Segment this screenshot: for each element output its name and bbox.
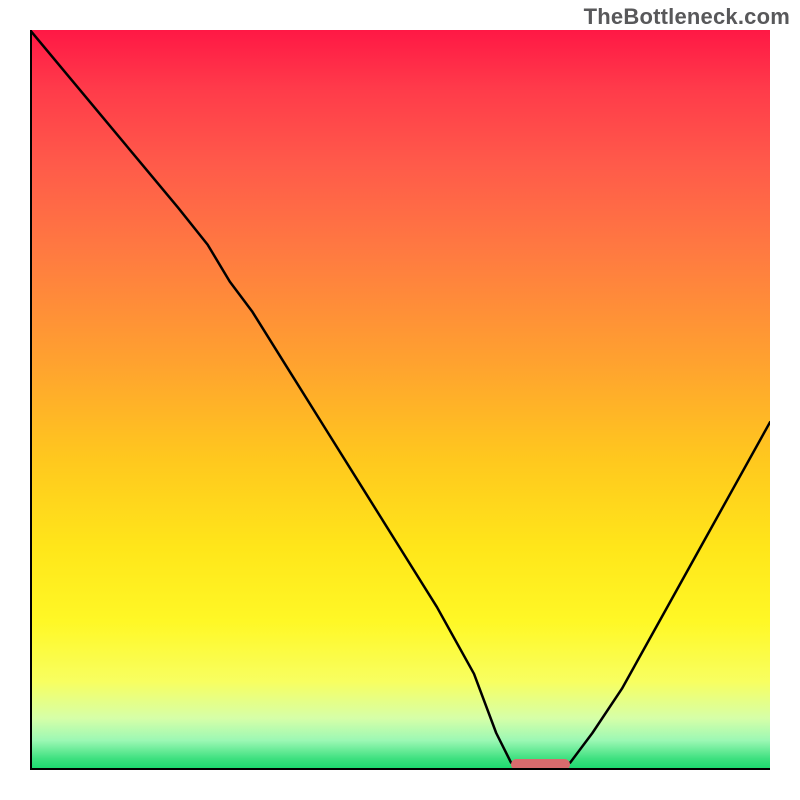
x-axis — [30, 768, 770, 770]
bottleneck-chart: TheBottleneck.com — [0, 0, 800, 800]
attribution-text: TheBottleneck.com — [584, 4, 790, 30]
bottleneck-curve — [30, 30, 770, 766]
y-axis — [30, 30, 32, 770]
curve-layer — [30, 30, 770, 770]
plot-area — [30, 30, 770, 770]
